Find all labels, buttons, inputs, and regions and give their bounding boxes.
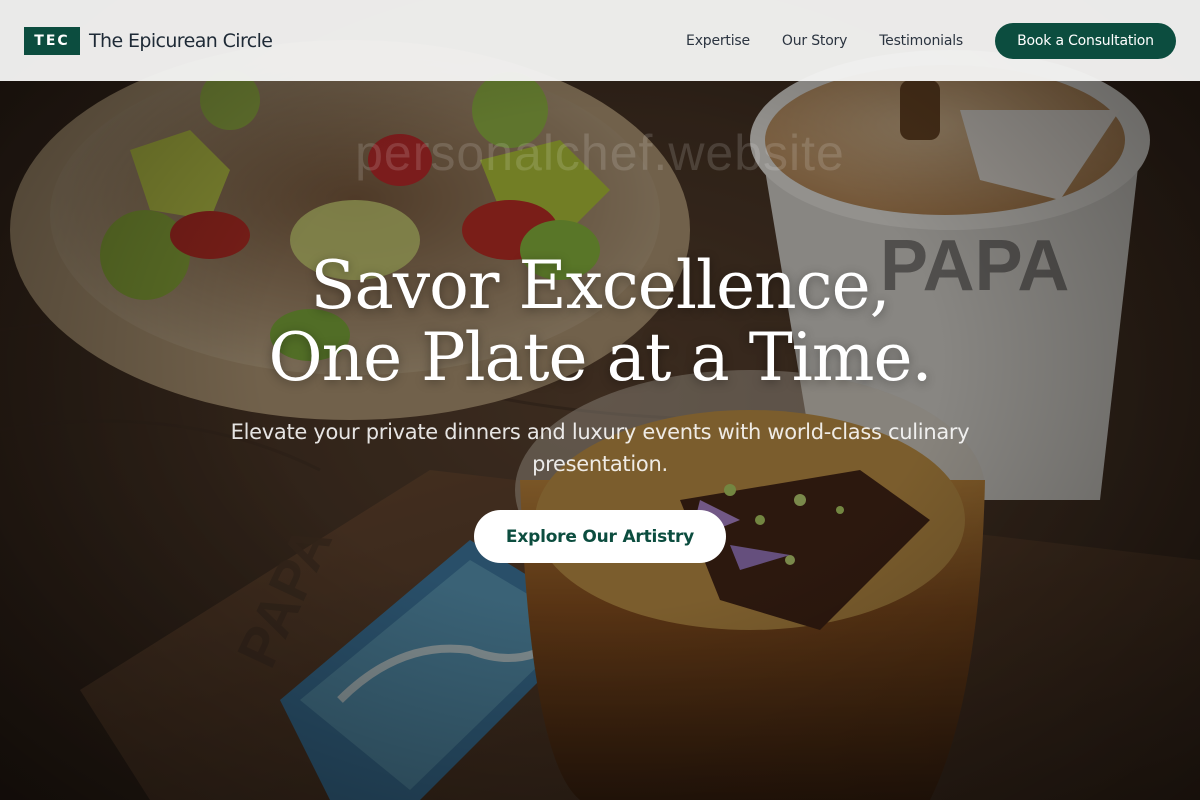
hero-content: Savor Excellence, One Plate at a Time. E… bbox=[0, 250, 1200, 563]
nav-link-testimonials[interactable]: Testimonials bbox=[879, 33, 963, 49]
hero-headline-line-2: One Plate at a Time. bbox=[268, 319, 932, 396]
nav-link-expertise[interactable]: Expertise bbox=[686, 33, 750, 49]
hero-headline: Savor Excellence, One Plate at a Time. bbox=[0, 250, 1200, 394]
logo-badge: TEC bbox=[24, 26, 80, 55]
explore-artistry-button[interactable]: Explore Our Artistry bbox=[474, 510, 726, 563]
brand-logo-link[interactable]: TEC The Epicurean Circle bbox=[24, 26, 273, 55]
book-consultation-button[interactable]: Book a Consultation bbox=[995, 22, 1176, 59]
site-header: TEC The Epicurean Circle Expertise Our S… bbox=[0, 0, 1200, 81]
hero-headline-line-1: Savor Excellence, bbox=[310, 247, 890, 324]
nav-link-our-story[interactable]: Our Story bbox=[782, 33, 847, 49]
main-nav: Expertise Our Story Testimonials Book a … bbox=[686, 22, 1176, 59]
hero-subheading: Elevate your private dinners and luxury … bbox=[230, 420, 970, 476]
brand-name: The Epicurean Circle bbox=[89, 29, 273, 52]
